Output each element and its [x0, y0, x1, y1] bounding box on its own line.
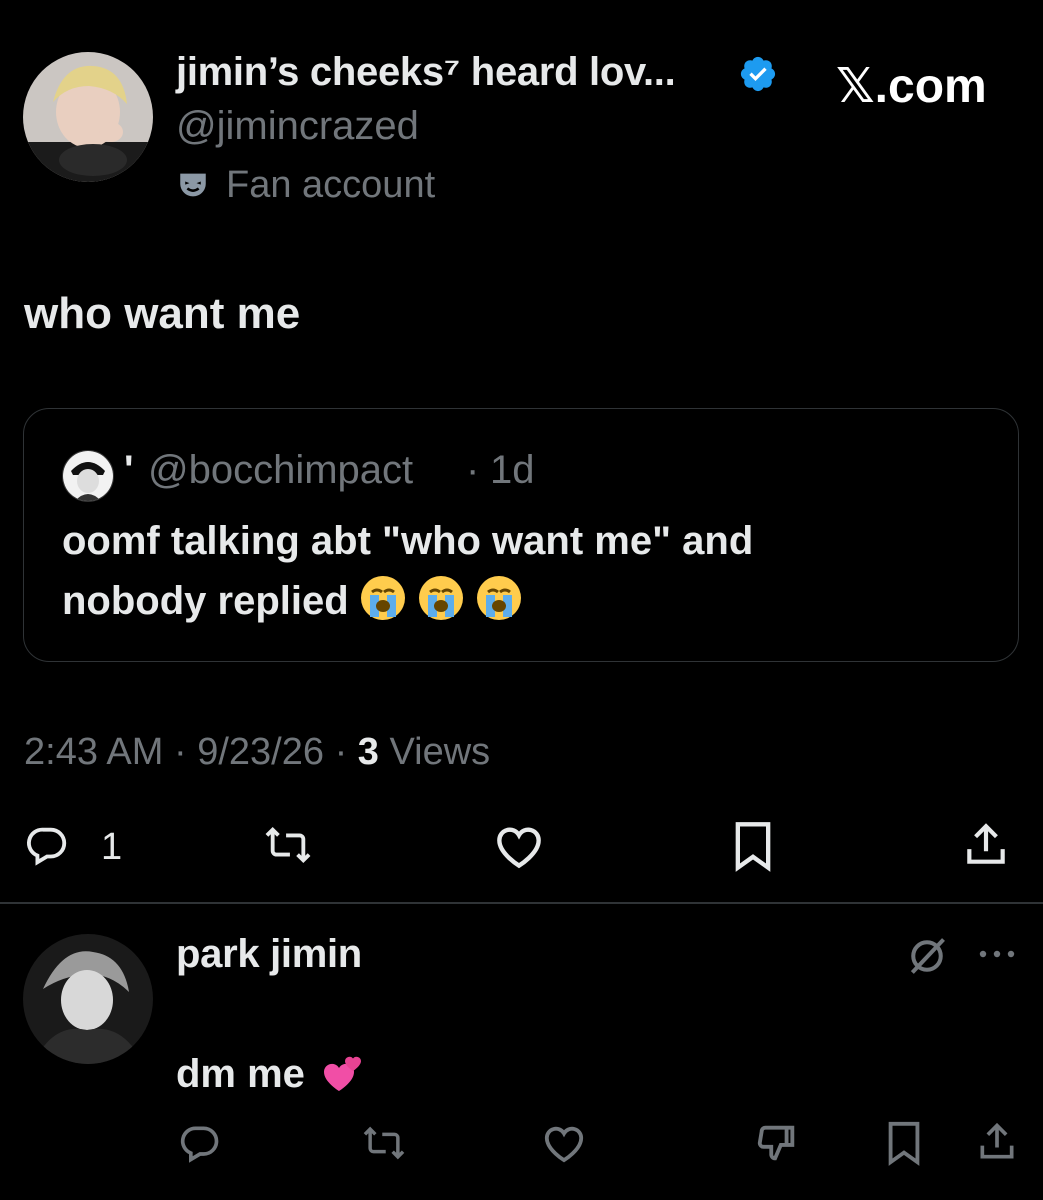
theater-mask-icon — [176, 168, 210, 202]
reply-author-name[interactable]: park jimin — [176, 932, 362, 977]
bookmark-icon[interactable] — [884, 1120, 924, 1166]
tweet-date[interactable]: 9/23/26 — [197, 731, 324, 773]
like-icon[interactable] — [492, 822, 546, 870]
meta-separator: · — [173, 731, 187, 773]
author-display-name[interactable]: jimin’s cheeks⁷ heard lov... — [176, 50, 676, 95]
views-label: Views — [389, 731, 491, 773]
account-label: Fan account — [226, 164, 436, 206]
x-watermark: 𝕏.com — [836, 60, 987, 113]
reply-icon[interactable] — [178, 1121, 222, 1165]
revolving-hearts-emoji — [323, 1056, 361, 1091]
quoted-author-avatar[interactable] — [62, 450, 114, 502]
loudly-crying-face-emoji — [418, 576, 463, 620]
reply-author-avatar[interactable] — [23, 934, 153, 1064]
author-name-text: jimin’s cheeks⁷ heard lov... — [176, 50, 676, 94]
quoted-separator: · — [466, 448, 480, 492]
share-icon[interactable] — [961, 820, 1011, 870]
verified-badge-icon — [738, 54, 778, 94]
reply-icon[interactable] — [24, 822, 70, 868]
retweet-icon[interactable] — [259, 822, 317, 868]
author-handle[interactable]: @jimincrazed — [176, 104, 419, 149]
reply-count: 1 — [101, 826, 123, 868]
tweet-meta: 2:43 AM · 9/23/26 · 3 Views — [24, 731, 490, 774]
meta-separator: · — [334, 731, 348, 773]
dislike-icon[interactable] — [754, 1120, 800, 1166]
retweet-icon[interactable] — [358, 1121, 410, 1165]
quoted-author-handle[interactable]: @bocchimpact — [148, 448, 413, 493]
loudly-crying-face-emoji — [360, 576, 405, 620]
share-icon[interactable] — [975, 1120, 1019, 1164]
tweet-time[interactable]: 2:43 AM — [24, 731, 163, 773]
quoted-age[interactable]: 1d — [490, 448, 535, 493]
reply-text-content: dm me — [176, 1052, 305, 1096]
quoted-author-name[interactable]: ' — [124, 448, 134, 493]
more-icon[interactable] — [977, 944, 1017, 964]
author-avatar[interactable] — [23, 52, 153, 182]
quoted-text-line1: oomf talking abt "who want me" and — [62, 519, 754, 563]
quoted-text-line2: nobody replied — [62, 572, 523, 630]
bookmark-icon[interactable] — [731, 820, 775, 872]
tweet-text: who want me — [24, 289, 301, 338]
divider — [0, 902, 1043, 904]
views-count: 3 — [357, 731, 379, 773]
quoted-text-line2-text: nobody replied — [62, 579, 349, 623]
reply-text: dm me — [176, 1047, 367, 1097]
grok-icon[interactable] — [905, 934, 949, 978]
like-icon[interactable] — [541, 1122, 587, 1164]
loudly-crying-face-emoji — [476, 576, 521, 620]
